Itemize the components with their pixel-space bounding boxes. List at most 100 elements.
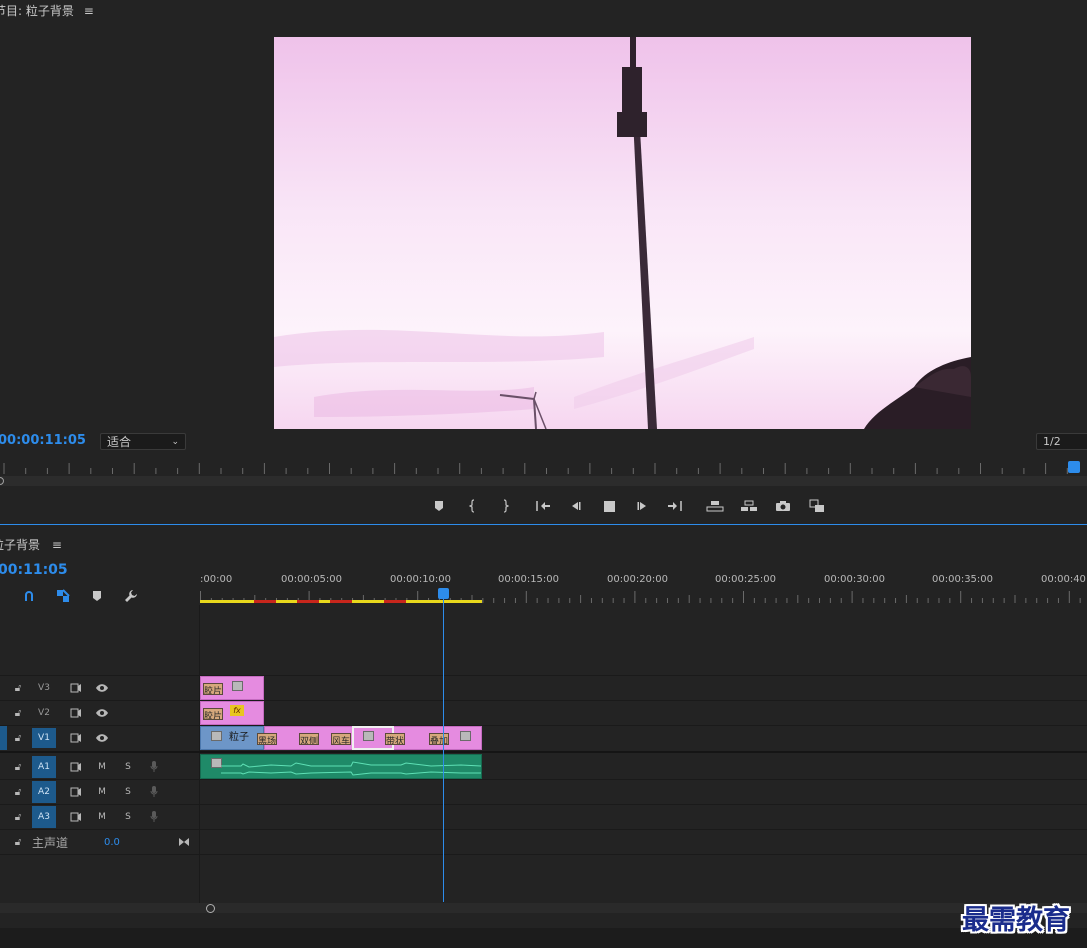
lift-icon[interactable]	[704, 495, 726, 517]
toggle-sync-lock-icon[interactable]	[66, 762, 86, 772]
timeline-timecode[interactable]: 00:11:05	[0, 562, 68, 578]
snap-magnet-icon[interactable]	[18, 585, 40, 607]
mute-button[interactable]: M	[92, 812, 112, 822]
track-target-a2[interactable]: A2	[32, 781, 56, 803]
clip-v1-main[interactable]: 黑场 双侧 风车 带状 叠加	[257, 726, 482, 750]
timeline-zoom-scrollbar[interactable]	[0, 903, 1087, 913]
toggle-sync-lock-icon[interactable]	[66, 787, 86, 797]
eye-icon[interactable]	[92, 733, 112, 743]
toggle-sync-lock-icon[interactable]	[66, 733, 86, 743]
track-target-v2[interactable]: V2	[32, 703, 56, 723]
transition-label[interactable]: 风车	[331, 733, 351, 745]
monitor-playhead-icon[interactable]	[1068, 461, 1080, 473]
render-bar-red	[297, 600, 319, 603]
program-timecode[interactable]: 00:00:11:05	[0, 433, 86, 448]
transition-label[interactable]: 双侧	[299, 733, 319, 745]
step-forward-icon[interactable]	[632, 495, 654, 517]
transition-label[interactable]: 胶片	[203, 683, 223, 695]
row-line	[0, 779, 1087, 780]
timeline-tab[interactable]: 粒子背景 ≡	[0, 536, 62, 553]
transition-label[interactable]: 带状	[385, 733, 405, 745]
add-marker-icon[interactable]	[428, 495, 450, 517]
lock-icon[interactable]: 🔓︎	[10, 762, 26, 773]
lock-icon[interactable]: 🔓︎	[10, 708, 26, 719]
microphone-icon[interactable]	[144, 811, 164, 823]
lock-icon[interactable]: 🔓︎	[10, 683, 26, 694]
render-bar-red	[384, 600, 406, 603]
audio-waveform	[221, 761, 481, 776]
transition-label[interactable]: 黑场	[257, 733, 277, 745]
ruler-label: 00:00:30:00	[824, 574, 886, 585]
panel-divider	[0, 524, 1087, 525]
extract-icon[interactable]	[738, 495, 760, 517]
solo-button[interactable]: S	[118, 762, 138, 772]
track-target-a1[interactable]: A1	[32, 756, 56, 778]
ruler-label: 00:00:20:00	[607, 574, 669, 585]
ruler-label: 00:00:40:	[1041, 574, 1087, 585]
timeline-ruler[interactable]	[200, 588, 1087, 603]
row-line	[0, 829, 1087, 830]
mute-button[interactable]: M	[92, 787, 112, 797]
compare-view-icon[interactable]	[806, 495, 828, 517]
program-monitor-title[interactable]: 节目: 粒子背景 ≡	[0, 2, 94, 19]
resolution-dropdown-value: 1/2	[1043, 435, 1061, 448]
solo-button[interactable]: S	[118, 812, 138, 822]
fit-dropdown[interactable]: 适合 ⌄	[100, 433, 186, 450]
panel-menu-icon[interactable]: ≡	[84, 4, 94, 18]
chevron-down-icon: ⌄	[171, 436, 179, 447]
mute-button[interactable]: M	[92, 762, 112, 772]
toggle-sync-lock-icon[interactable]	[66, 683, 86, 693]
row-line	[0, 725, 1087, 726]
row-line	[0, 804, 1087, 805]
step-back-icon[interactable]	[564, 495, 586, 517]
wrench-icon[interactable]	[120, 585, 142, 607]
panel-menu-icon[interactable]: ≡	[52, 538, 62, 552]
lock-icon[interactable]: 🔓︎	[10, 812, 26, 823]
eye-icon[interactable]	[92, 683, 112, 693]
track-header-v3: 🔓︎ V3	[10, 678, 112, 698]
stop-icon[interactable]	[598, 495, 620, 517]
track-target-a3[interactable]: A3	[32, 806, 56, 828]
microphone-icon[interactable]	[144, 786, 164, 798]
go-to-in-out-icon[interactable]	[178, 832, 190, 851]
track-header-master: 🔓︎ 主声道 0.0	[10, 832, 120, 852]
lock-icon[interactable]: 🔓︎	[10, 837, 26, 848]
track-headers-column	[0, 605, 200, 903]
resolution-dropdown[interactable]: 1/2	[1036, 433, 1087, 450]
microphone-icon[interactable]	[144, 761, 164, 773]
toggle-sync-lock-icon[interactable]	[66, 812, 86, 822]
timeline-playhead-icon[interactable]	[438, 588, 449, 599]
master-volume-value[interactable]: 0.0	[104, 837, 120, 848]
watermark-logo: 最需教育	[962, 905, 1070, 936]
monitor-zoom-scrollbar[interactable]	[0, 476, 1087, 486]
clip-v3[interactable]: 胶片	[200, 676, 264, 700]
track-header-a2: 🔓︎ A2 M S	[10, 781, 164, 803]
track-header-v2: 🔓︎ V2	[10, 703, 112, 723]
camera-icon[interactable]	[772, 495, 794, 517]
source-patch-v1[interactable]	[0, 726, 7, 750]
clip-v1-title[interactable]: 粒子	[200, 726, 264, 750]
clip-v2[interactable]: 胶片 fx	[200, 701, 264, 725]
track-target-v1[interactable]: V1	[32, 728, 56, 748]
video-frame-image	[274, 37, 971, 429]
add-marker-icon[interactable]	[86, 585, 108, 607]
timeline-playhead-line[interactable]	[443, 592, 444, 902]
mark-in-icon[interactable]	[462, 495, 484, 517]
track-target-v3[interactable]: V3	[32, 678, 56, 698]
transition-label[interactable]: 叠加	[429, 733, 449, 745]
transition-label[interactable]: 胶片	[203, 708, 223, 720]
lock-icon[interactable]: 🔓︎	[10, 733, 26, 744]
fx-badge-icon	[460, 731, 471, 741]
toggle-sync-lock-icon[interactable]	[66, 708, 86, 718]
monitor-time-ruler[interactable]	[0, 460, 1087, 476]
solo-button[interactable]: S	[118, 787, 138, 797]
zoom-handle-icon[interactable]	[206, 904, 215, 913]
linked-selection-icon[interactable]	[52, 585, 74, 607]
go-to-in-icon[interactable]	[532, 495, 554, 517]
clip-a1[interactable]	[200, 754, 482, 779]
master-track-label: 主声道	[32, 835, 69, 850]
go-to-out-icon[interactable]	[664, 495, 686, 517]
eye-icon[interactable]	[92, 708, 112, 718]
mark-out-icon[interactable]	[494, 495, 516, 517]
lock-icon[interactable]: 🔓︎	[10, 787, 26, 798]
